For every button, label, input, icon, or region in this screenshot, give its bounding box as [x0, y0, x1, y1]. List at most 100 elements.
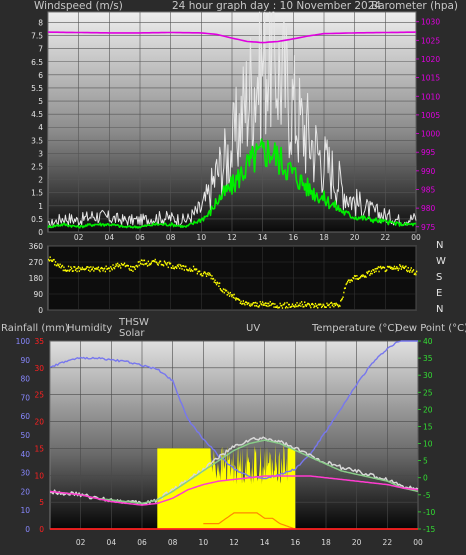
direction-point [261, 303, 263, 306]
axis-title-right: Barometer (hpa) [371, 0, 458, 12]
direction-point [300, 305, 302, 307]
direction-point [309, 304, 311, 307]
direction-point [109, 270, 111, 272]
direction-point [312, 303, 314, 306]
direction-point [105, 265, 107, 268]
direction-point [143, 259, 146, 262]
y-tick-label: 15 [34, 444, 44, 453]
direction-point [305, 305, 307, 307]
direction-point [136, 266, 139, 268]
y-right-tick-label: 1010 [421, 92, 440, 101]
direction-point [268, 304, 271, 307]
direction-point [138, 264, 140, 267]
direction-point [329, 306, 331, 309]
x-tick-label: 08 [168, 538, 178, 547]
direction-point [355, 278, 357, 280]
direction-point [370, 270, 373, 272]
direction-point [377, 266, 379, 268]
direction-point [274, 303, 276, 305]
direction-point [261, 301, 264, 303]
humidity-tick-label: 80 [20, 375, 30, 384]
axis-title-left: Windspeed (m/s) [34, 0, 123, 12]
direction-point [288, 303, 290, 306]
direction-point [365, 276, 367, 278]
direction-point [181, 268, 183, 270]
direction-point [349, 281, 351, 283]
x-tick-label: 22 [381, 233, 391, 242]
direction-point [283, 303, 285, 306]
direction-point [291, 303, 294, 305]
direction-point [157, 264, 159, 266]
direction-point [269, 301, 271, 303]
direction-point [192, 270, 194, 272]
x-tick-label: 16 [289, 233, 299, 242]
direction-point [79, 267, 81, 269]
direction-point [70, 266, 72, 268]
direction-point [56, 264, 58, 267]
direction-point [142, 259, 144, 262]
direction-point [54, 263, 56, 266]
direction-point [284, 302, 286, 304]
direction-label: S [436, 272, 442, 283]
direction-point [374, 268, 376, 270]
direction-point [375, 270, 377, 273]
direction-point [263, 302, 265, 305]
direction-point [53, 258, 55, 261]
direction-point [146, 262, 148, 265]
direction-point [228, 295, 231, 297]
direction-point [235, 299, 237, 301]
direction-point [130, 269, 133, 271]
direction-point [199, 270, 201, 273]
temperature-panel: 05101520253035 0102030405060708090100 -1… [0, 317, 466, 555]
x-tick-label: 00 [411, 233, 421, 242]
x-tick-label: 22 [383, 538, 393, 547]
direction-point [279, 302, 281, 305]
y-right-tick-label: 980 [421, 204, 436, 213]
direction-point [200, 273, 202, 275]
direction-point [332, 303, 334, 305]
direction-point [97, 268, 99, 270]
direction-point [127, 265, 129, 267]
y-tick-label: 0 [38, 228, 43, 237]
direction-point [72, 270, 74, 272]
label-thsw: THSW [118, 317, 149, 328]
direction-point [88, 266, 90, 269]
direction-point [395, 267, 397, 270]
direction-point [87, 266, 89, 268]
weather-dashboard: 0 0.5 1 1.5 2 2.5 3 3.5 4 4.5 5 5.5 6 6.5 7 7.5 8 975 980… [0, 0, 466, 555]
x-tick-label: 06 [135, 233, 145, 242]
direction-point [102, 269, 104, 272]
direction-point [265, 305, 267, 307]
direction-point [303, 305, 305, 308]
direction-point [226, 294, 228, 296]
direction-point [67, 265, 70, 268]
label-dewpoint: Dew Point (°C) [395, 323, 466, 334]
humidity-tick-label: 10 [20, 506, 30, 515]
direction-point [178, 263, 180, 266]
direction-point [386, 269, 388, 271]
direction-point [344, 287, 346, 289]
direction-point [339, 305, 341, 307]
direction-point [111, 268, 113, 271]
x-tick-label: 18 [319, 233, 329, 242]
direction-point [314, 302, 317, 305]
direction-point [63, 266, 65, 269]
direction-point [205, 272, 207, 275]
direction-point [215, 282, 217, 284]
y-tick-label: 1 [38, 202, 43, 211]
direction-point [299, 302, 301, 305]
direction-point [154, 258, 156, 261]
direction-point [183, 269, 185, 271]
direction-point [294, 303, 297, 306]
direction-point [397, 269, 399, 272]
x-tick-label: 10 [197, 233, 207, 242]
direction-point [113, 267, 116, 270]
direction-point [278, 306, 281, 309]
direction-point [140, 259, 143, 261]
direction-point [77, 266, 80, 268]
direction-point [249, 305, 251, 307]
direction-point [356, 275, 358, 277]
direction-point [258, 304, 261, 307]
direction-point [281, 307, 284, 309]
direction-point [334, 304, 336, 307]
